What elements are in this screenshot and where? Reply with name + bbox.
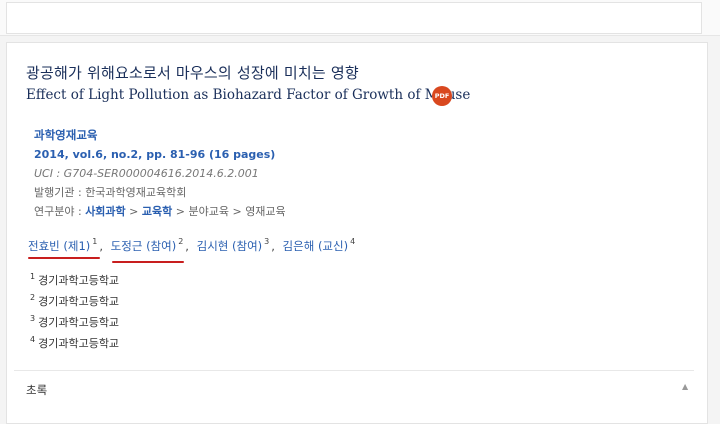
journal-link[interactable]: 과학영재교육 [34,126,286,145]
author-link[interactable]: 전효빈 (제1) [28,239,90,253]
affiliation-text: 경기과학고등학교 [38,316,120,329]
author-affil-sup: 4 [350,237,356,247]
chevron-up-icon[interactable]: ▲ [682,382,688,391]
author-separator: , [271,239,275,253]
affiliation-sup: 4 [30,335,36,345]
author-separator: , [99,239,104,253]
field-row: 연구분야 : 사회과학 > 교육학 > 분야교육 > 영재교육 [34,202,286,221]
field-gifted-education: 영재교육 [245,205,286,218]
pdf-icon[interactable]: PDF [432,86,452,106]
field-separator: > [125,205,142,218]
affiliation-item: 2 경기과학고등학교 [30,293,119,309]
author-separator: , [185,239,189,253]
affiliation-text: 경기과학고등학교 [38,295,120,308]
affiliation-sup: 1 [30,272,36,282]
paper-meta: 과학영재교육 2014, vol.6, no.2, pp. 81-96 (16 … [34,126,286,221]
top-strip [0,0,720,36]
affiliation-item: 4 경기과학고등학교 [30,335,119,351]
volume-link[interactable]: 2014, vol.6, no.2, pp. 81-96 (16 pages) [34,145,286,164]
section-divider [14,370,694,371]
affiliation-sup: 3 [30,314,36,324]
uci-text: UCI : G704-SER000004616.2014.6.2.001 [34,167,259,180]
paper-title-korean: 광공해가 위해요소로서 마우스의 성장에 미치는 영향 [26,64,359,82]
publisher-row: 발행기관 : 한국과학영재교육학회 [34,183,286,202]
affiliation-text: 경기과학고등학교 [38,274,120,287]
red-underline-annotation [112,261,184,263]
top-panel [6,2,702,34]
affiliation-text: 경기과학고등학교 [38,337,120,350]
affiliation-item: 3 경기과학고등학교 [30,314,119,330]
author-link[interactable]: 김시현 (참여) [197,239,263,253]
red-underline-annotation [28,257,100,259]
field-link-education[interactable]: 교육학 [142,205,172,218]
affiliation-item: 1 경기과학고등학교 [30,272,119,288]
field-separator: > [172,205,189,218]
abstract-section-title[interactable]: 초록 [26,382,47,398]
field-label: 연구분야 : [34,205,86,218]
author-affil-sup: 1 [92,237,98,247]
affiliation-sup: 2 [30,293,36,303]
publisher-value: 한국과학영재교육학회 [85,186,187,199]
author-affil-sup: 2 [178,237,184,247]
author-link[interactable]: 김은해 (교신) [283,239,349,253]
field-subject-education: 분야교육 [188,205,229,218]
publisher-label: 발행기관 : [34,186,86,199]
author-list: 전효빈 (제1) 1, 도정근 (참여) 2, 김시현 (참여) 3, 김은해 (교신… [28,237,356,254]
paper-title-english: Effect of Light Pollution as Biohazard F… [26,87,471,103]
field-separator: > [228,205,246,218]
author-affil-sup: 3 [264,237,270,247]
field-link-social-science[interactable]: 사회과학 [85,205,125,218]
author-link[interactable]: 도정근 (참여) [111,239,177,253]
